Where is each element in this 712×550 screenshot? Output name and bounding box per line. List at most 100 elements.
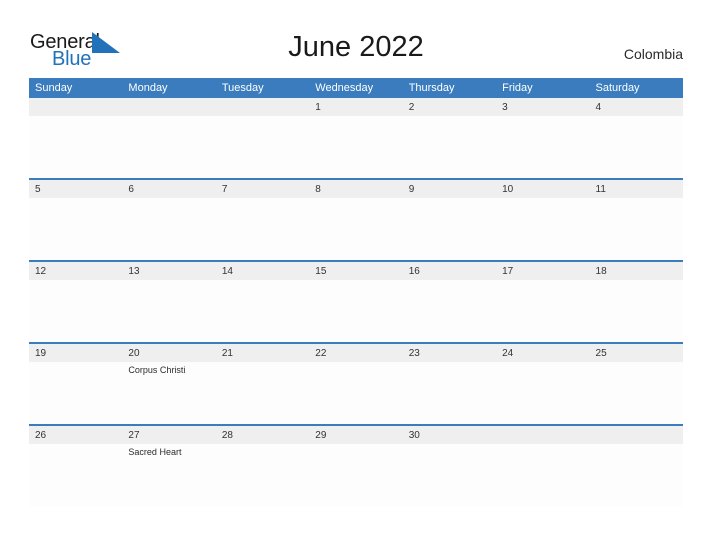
day-number <box>29 98 123 116</box>
calendar-day-cell[interactable]: 1 <box>309 98 403 179</box>
day-events: Sacred Heart <box>122 444 215 458</box>
calendar-day-cell[interactable]: 13 <box>122 260 216 343</box>
day-number: 16 <box>402 262 497 280</box>
calendar-week-row: 12 13 14 15 16 17 18 <box>29 260 683 343</box>
page-title: June 2022 <box>288 31 424 63</box>
calendar-day-cell[interactable]: 17 <box>496 260 590 343</box>
day-number <box>122 98 216 116</box>
calendar-day-cell[interactable]: 5 <box>29 178 123 261</box>
calendar-day-cell[interactable]: 16 <box>402 260 497 343</box>
day-number: 11 <box>589 180 683 198</box>
calendar-day-cell[interactable]: 23 <box>402 342 497 425</box>
day-events <box>216 444 309 446</box>
day-events <box>590 444 683 446</box>
day-cell-content: 3 <box>496 98 590 178</box>
calendar-day-cell[interactable] <box>215 98 310 179</box>
calendar-day-cell[interactable]: 4 <box>589 98 683 179</box>
calendar-day-cell[interactable]: 3 <box>496 98 590 179</box>
weekday-header-sunday: Sunday <box>29 78 123 98</box>
weekday-header-wednesday: Wednesday <box>309 78 403 98</box>
day-cell-content: 30 <box>402 426 497 506</box>
day-number: 6 <box>122 180 216 198</box>
day-events <box>590 116 683 118</box>
calendar-day-cell[interactable] <box>496 424 590 506</box>
calendar-day-cell[interactable]: 6 <box>122 178 216 261</box>
calendar-day-cell[interactable]: 18 <box>589 260 683 343</box>
calendar-body: 1 2 3 4 5 6 7 8 9 10 11 12 13 14 15 16 17 18 19 20 Corpus Ch… <box>29 98 683 506</box>
day-cell-content: 27 Sacred Heart <box>122 426 216 506</box>
day-events <box>309 362 402 364</box>
day-cell-content: 26 <box>29 426 123 506</box>
day-events <box>216 280 309 282</box>
calendar-day-cell[interactable]: 8 <box>309 178 403 261</box>
day-events <box>29 198 122 200</box>
day-cell-content: 16 <box>402 262 497 342</box>
day-number: 13 <box>122 262 216 280</box>
weekday-header-thursday: Thursday <box>402 78 497 98</box>
calendar-week-row: 5 6 7 8 9 10 11 <box>29 178 683 261</box>
calendar-day-cell[interactable]: 24 <box>496 342 590 425</box>
calendar-day-cell[interactable] <box>122 98 216 179</box>
calendar-day-cell[interactable]: 22 <box>309 342 403 425</box>
calendar-day-cell[interactable]: 26 <box>29 424 123 506</box>
day-events <box>216 116 309 118</box>
day-cell-content <box>122 98 216 178</box>
calendar-day-cell[interactable]: 15 <box>309 260 403 343</box>
day-cell-content: 5 <box>29 180 123 260</box>
day-cell-content <box>215 98 310 178</box>
calendar-day-cell[interactable]: 25 <box>589 342 683 425</box>
calendar-day-cell[interactable]: 20 Corpus Christi <box>122 342 216 425</box>
day-events <box>496 444 589 446</box>
day-events <box>403 280 496 282</box>
day-events <box>122 280 215 282</box>
day-cell-content: 25 <box>589 344 683 424</box>
calendar-day-cell[interactable]: 12 <box>29 260 123 343</box>
calendar-day-cell[interactable]: 11 <box>589 178 683 261</box>
day-number: 18 <box>589 262 683 280</box>
day-number: 22 <box>309 344 403 362</box>
calendar-day-cell[interactable]: 7 <box>215 178 310 261</box>
day-number: 3 <box>496 98 590 116</box>
day-number: 24 <box>496 344 590 362</box>
weekday-header-monday: Monday <box>122 78 216 98</box>
day-cell-content: 9 <box>402 180 497 260</box>
country-label: Colombia <box>623 46 683 62</box>
calendar-day-cell[interactable]: 10 <box>496 178 590 261</box>
day-events <box>590 362 683 364</box>
day-cell-content: 23 <box>402 344 497 424</box>
calendar-day-cell[interactable]: 21 <box>215 342 310 425</box>
day-number <box>589 426 683 444</box>
calendar-day-cell[interactable] <box>29 98 123 179</box>
day-events <box>29 362 122 364</box>
calendar-day-cell[interactable]: 30 <box>402 424 497 506</box>
day-number: 1 <box>309 98 403 116</box>
day-cell-content: 18 <box>589 262 683 342</box>
calendar-day-cell[interactable]: 19 <box>29 342 123 425</box>
calendar-day-cell[interactable]: 2 <box>402 98 497 179</box>
day-cell-content: 6 <box>122 180 216 260</box>
day-events <box>216 198 309 200</box>
calendar-day-cell[interactable]: 27 Sacred Heart <box>122 424 216 506</box>
weekday-header-row: Sunday Monday Tuesday Wednesday Thursday… <box>29 78 683 98</box>
month-calendar-table: Sunday Monday Tuesday Wednesday Thursday… <box>29 78 683 506</box>
day-cell-content: 15 <box>309 262 403 342</box>
calendar-day-cell[interactable]: 29 <box>309 424 403 506</box>
calendar-day-cell[interactable]: 14 <box>215 260 310 343</box>
day-cell-content: 13 <box>122 262 216 342</box>
day-cell-content: 28 <box>215 426 310 506</box>
day-events <box>403 198 496 200</box>
calendar-day-cell[interactable]: 28 <box>215 424 310 506</box>
day-number: 4 <box>589 98 683 116</box>
day-events <box>403 116 496 118</box>
day-events <box>590 280 683 282</box>
day-number: 25 <box>589 344 683 362</box>
day-number: 19 <box>29 344 123 362</box>
day-events <box>309 280 402 282</box>
calendar-page: General Blue June 2022 Colombia Sunday M… <box>0 0 712 550</box>
calendar-day-cell[interactable] <box>589 424 683 506</box>
day-events <box>122 198 215 200</box>
day-events <box>403 362 496 364</box>
day-number <box>496 426 590 444</box>
calendar-day-cell[interactable]: 9 <box>402 178 497 261</box>
day-cell-content <box>496 426 590 506</box>
